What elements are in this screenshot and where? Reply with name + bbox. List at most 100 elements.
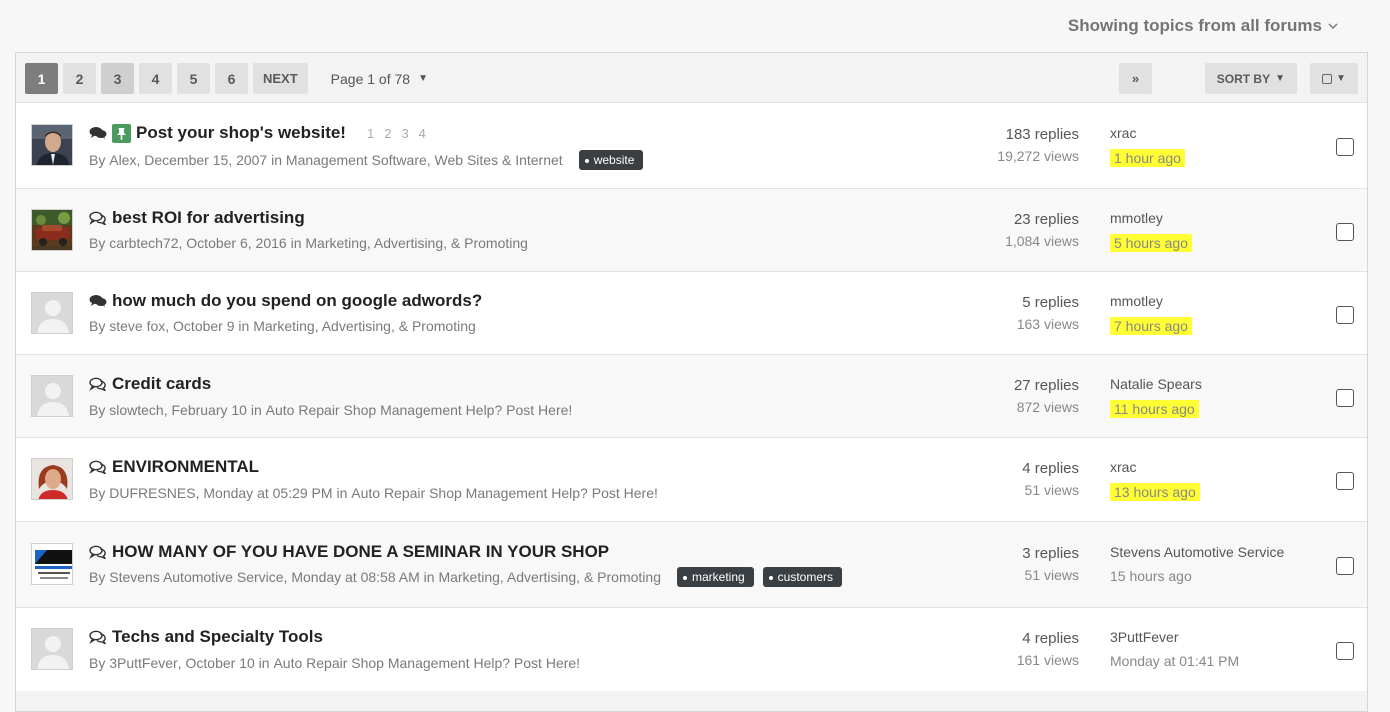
topic-select-checkbox[interactable]: [1336, 138, 1354, 156]
topic-select-checkbox[interactable]: [1336, 642, 1354, 660]
page-5-button[interactable]: 5: [177, 63, 210, 94]
forum-link[interactable]: Auto Repair Shop Management Help? Post H…: [273, 655, 580, 671]
last-post-info: Stevens Automotive Service 15 hours ago: [1110, 544, 1284, 584]
page-1-button[interactable]: 1: [25, 63, 58, 94]
last-poster-link[interactable]: xrac: [1110, 459, 1200, 475]
forum-link[interactable]: Auto Repair Shop Management Help? Post H…: [266, 402, 573, 418]
author-link[interactable]: steve fox: [109, 318, 165, 334]
comments-outline-icon: [89, 630, 107, 646]
comments-outline-icon: [89, 545, 107, 561]
topic-title-link[interactable]: Credit cards: [112, 374, 211, 394]
topic-title-line: HOW MANY OF YOU HAVE DONE A SEMINAR IN Y…: [89, 542, 609, 562]
author-link[interactable]: DUFRESNES: [109, 485, 195, 501]
topic-page-link[interactable]: 3: [401, 126, 408, 141]
avatar[interactable]: [31, 628, 73, 670]
forum-link[interactable]: Auto Repair Shop Management Help? Post H…: [351, 485, 658, 501]
sort-by-label: SORT BY: [1216, 71, 1271, 86]
last-post-time[interactable]: 7 hours ago: [1110, 317, 1192, 335]
topic-title-link[interactable]: HOW MANY OF YOU HAVE DONE A SEMINAR IN Y…: [112, 542, 609, 562]
topic-select-checkbox[interactable]: [1336, 223, 1354, 241]
topic-select-checkbox[interactable]: [1336, 389, 1354, 407]
topic-page-link[interactable]: 2: [384, 126, 391, 141]
reply-count: 183 replies: [1005, 126, 1079, 143]
topic-select-checkbox[interactable]: [1336, 306, 1354, 324]
last-poster-link[interactable]: Stevens Automotive Service: [1110, 544, 1284, 560]
author-link[interactable]: slowtech: [109, 402, 163, 418]
table-row: best ROI for advertising By carbtech72 ,…: [16, 188, 1367, 271]
topic-page-link[interactable]: 1: [367, 126, 374, 141]
author-link[interactable]: 3PuttFever: [109, 655, 177, 671]
last-post-time[interactable]: 1 hour ago: [1110, 149, 1185, 167]
last-post-time[interactable]: 13 hours ago: [1110, 483, 1200, 501]
comments-filled-icon: [89, 126, 107, 140]
table-row: Techs and Specialty Tools By 3PuttFever …: [16, 607, 1367, 691]
topic-meta: By DUFRESNES , Monday at 05:29 PM in Aut…: [89, 485, 658, 501]
topic-meta: By slowtech , February 10 in Auto Repair…: [89, 402, 573, 418]
tag-badge[interactable]: marketing: [676, 567, 754, 587]
in-label: in: [419, 569, 439, 585]
topic-stats: 183 replies 19,272 views: [997, 126, 1079, 164]
next-page-button[interactable]: NEXT: [253, 63, 308, 94]
topic-title-link[interactable]: Post your shop's website!: [136, 123, 346, 143]
last-poster-link[interactable]: xrac: [1110, 125, 1185, 141]
last-post-time[interactable]: 5 hours ago: [1110, 234, 1192, 252]
avatar[interactable]: [31, 292, 73, 334]
last-poster-link[interactable]: mmotley: [1110, 293, 1192, 309]
forum-link[interactable]: Marketing, Advertising, & Promoting: [305, 235, 528, 251]
table-row: Post your shop's website! 1 2 3 4 By Ale…: [16, 102, 1367, 188]
default-user-icon: [32, 376, 72, 416]
avatar[interactable]: [31, 543, 73, 585]
view-count: 51 views: [1024, 482, 1079, 498]
page-3-button[interactable]: 3: [101, 63, 134, 94]
comments-outline-icon: [89, 377, 107, 393]
last-post-info: Natalie Spears 11 hours ago: [1110, 376, 1202, 418]
last-post-time[interactable]: 15 hours ago: [1110, 568, 1192, 584]
page-info: Page 1 of 78: [330, 70, 411, 87]
select-all-menu-button[interactable]: ▼: [1310, 63, 1358, 94]
last-poster-link[interactable]: Natalie Spears: [1110, 376, 1202, 392]
page-jump-dropdown[interactable]: Page 1 of 78 ▼: [331, 71, 428, 87]
author-link[interactable]: carbtech72: [109, 235, 178, 251]
page-6-button[interactable]: 6: [215, 63, 248, 94]
last-poster-link[interactable]: 3PuttFever: [1110, 629, 1239, 645]
topic-title-link[interactable]: how much do you spend on google adwords?: [112, 291, 482, 311]
last-post-time[interactable]: Monday at 01:41 PM: [1110, 653, 1239, 669]
last-poster-link[interactable]: mmotley: [1110, 210, 1192, 226]
topic-title-line: Techs and Specialty Tools: [89, 627, 323, 647]
forum-link[interactable]: Management Software, Web Sites & Interne…: [286, 152, 563, 168]
topic-select-checkbox[interactable]: [1336, 472, 1354, 490]
avatar[interactable]: [31, 375, 73, 417]
chevron-down-icon: [1328, 19, 1338, 33]
tag-badge[interactable]: customers: [762, 567, 843, 587]
author-link[interactable]: Alex: [109, 152, 136, 168]
topic-title-link[interactable]: ENVIRONMENTAL: [112, 457, 259, 477]
tag-badge[interactable]: website: [578, 150, 644, 170]
default-user-icon: [32, 293, 72, 333]
topic-page-link[interactable]: 4: [419, 126, 426, 141]
checkbox-icon: [1322, 73, 1333, 84]
forum-link[interactable]: Marketing, Advertising, & Promoting: [438, 569, 661, 585]
avatar[interactable]: [31, 209, 73, 251]
last-page-button[interactable]: »: [1119, 63, 1152, 94]
topic-title-line: Credit cards: [89, 374, 211, 394]
comments-filled-icon: [89, 294, 107, 308]
woman-portrait-icon: [32, 459, 72, 499]
reply-count: 4 replies: [1022, 460, 1079, 477]
topic-title-line: how much do you spend on google adwords?: [89, 291, 482, 311]
topic-title-link[interactable]: Techs and Specialty Tools: [112, 627, 323, 647]
topic-title-line: Post your shop's website! 1 2 3 4: [89, 123, 426, 143]
avatar[interactable]: [31, 458, 73, 500]
last-post-info: mmotley 5 hours ago: [1110, 210, 1192, 252]
forum-filter-dropdown[interactable]: Showing topics from all forums: [1068, 16, 1338, 36]
forum-filter-label: Showing topics from all forums: [1067, 16, 1322, 35]
last-post-time[interactable]: 11 hours ago: [1110, 400, 1199, 418]
in-label: in: [267, 152, 286, 168]
topic-select-checkbox[interactable]: [1336, 557, 1354, 575]
author-link[interactable]: Stevens Automotive Service: [109, 569, 283, 585]
sort-by-button[interactable]: SORT BY ▼: [1204, 63, 1297, 94]
avatar[interactable]: [31, 124, 73, 166]
page-2-button[interactable]: 2: [63, 63, 96, 94]
page-4-button[interactable]: 4: [139, 63, 172, 94]
topic-title-link[interactable]: best ROI for advertising: [112, 208, 305, 228]
forum-link[interactable]: Marketing, Advertising, & Promoting: [253, 318, 476, 334]
